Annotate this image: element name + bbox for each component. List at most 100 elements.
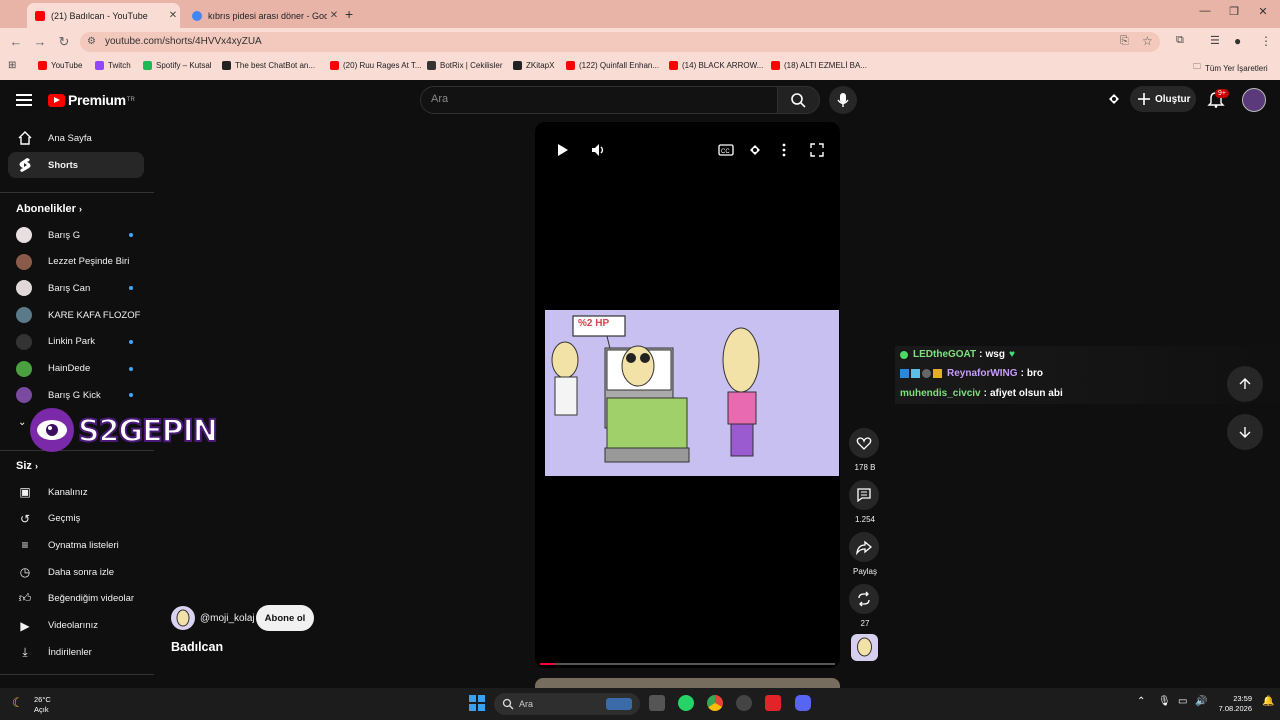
close-tab-icon[interactable]: ✕ bbox=[327, 10, 341, 21]
steam-icon[interactable] bbox=[736, 695, 752, 711]
bookmark-item[interactable]: The best ChatBot an... bbox=[222, 61, 315, 70]
fullscreen-icon[interactable] bbox=[808, 141, 826, 159]
weather-widget[interactable]: 26°C Açık bbox=[34, 695, 51, 715]
sound-thumbnail[interactable] bbox=[851, 634, 878, 661]
all-bookmarks-folder[interactable]: 🗀 Tüm Yer İşaretleri bbox=[1193, 61, 1268, 75]
youtube-premium-logo[interactable]: Premium TR bbox=[48, 92, 135, 108]
bookmark-item[interactable]: (18) ALTI EZMELİ BA... bbox=[771, 61, 867, 70]
task-view-icon[interactable] bbox=[649, 695, 665, 711]
tab-youtube[interactable]: (21) Badılcan - YouTube ✕ bbox=[27, 3, 180, 28]
network-icon[interactable]: ▭ bbox=[1178, 696, 1187, 707]
url-text[interactable]: youtube.com/shorts/4HVVx4xyZUA bbox=[105, 36, 262, 47]
comment-count: 1.254 bbox=[854, 515, 876, 524]
you-heading[interactable]: Siz › bbox=[16, 460, 38, 472]
bookmark-favicon-icon bbox=[566, 61, 575, 70]
profile-icon[interactable]: ● bbox=[1234, 34, 1241, 48]
more-options-icon[interactable] bbox=[775, 141, 793, 159]
sidebar-item-videos[interactable]: ▶ Videolarınız bbox=[8, 613, 144, 639]
sidebar-item-clock[interactable]: ◷ Daha sonra izle bbox=[8, 559, 144, 585]
channel-avatar bbox=[16, 333, 32, 350]
subscriptions-heading[interactable]: Abonelikler › bbox=[16, 203, 82, 215]
channel-handle[interactable]: @moji_kolaj bbox=[200, 613, 255, 624]
remix-icon[interactable] bbox=[746, 141, 764, 159]
apps-grid-icon[interactable]: ⊞ bbox=[8, 60, 16, 71]
sidebar-subscription-item[interactable]: Lezzet Peşinde Biri bbox=[8, 249, 144, 275]
show-more-chevron-icon[interactable]: ⌄ bbox=[18, 417, 26, 428]
sidebar-item-channel[interactable]: ▣ Kanalınız bbox=[8, 479, 144, 505]
clock-date: 7.08.2026 bbox=[1218, 704, 1252, 713]
taskbar-clock[interactable]: 23:59 7.08.2026 bbox=[1212, 694, 1252, 714]
clock-time: 23:59 bbox=[1233, 694, 1252, 703]
extensions-icon[interactable]: ⧉ bbox=[1176, 34, 1184, 47]
reload-icon[interactable]: ↻ bbox=[56, 34, 72, 50]
voice-search-button[interactable] bbox=[829, 86, 857, 114]
whatsapp-icon[interactable] bbox=[678, 695, 694, 711]
bookmark-item[interactable]: Spotify – Kutsal bbox=[143, 61, 212, 70]
chevron-right-icon: › bbox=[34, 461, 38, 471]
channel-avatar[interactable] bbox=[171, 606, 195, 630]
share-button[interactable] bbox=[849, 532, 879, 562]
sidebar-item-history[interactable]: ↺ Geçmiş bbox=[8, 506, 144, 532]
play-icon[interactable] bbox=[553, 141, 571, 159]
sidebar-subscription-item[interactable]: KARE KAFA FLOZOF bbox=[8, 302, 144, 328]
close-window-icon[interactable]: ✕ bbox=[1253, 5, 1273, 18]
sidebar-item-download[interactable]: ⤓ İndirilenler bbox=[8, 639, 144, 665]
bookmark-item[interactable]: BotRix | Cekilisler bbox=[427, 61, 503, 70]
bookmark-item[interactable]: (20) Ruu Rages At T... bbox=[330, 61, 422, 70]
app-red-icon[interactable] bbox=[765, 695, 781, 711]
volume-tray-icon[interactable]: 🔊 bbox=[1195, 696, 1207, 707]
minimize-icon[interactable]: — bbox=[1195, 5, 1215, 17]
bookmark-label: (18) ALTI EZMELİ BA... bbox=[784, 61, 867, 70]
account-avatar[interactable] bbox=[1242, 88, 1266, 112]
site-info-icon[interactable]: ⚙ bbox=[87, 36, 96, 47]
hamburger-menu-icon[interactable] bbox=[16, 91, 32, 109]
search-button[interactable] bbox=[777, 86, 820, 114]
tray-chevron-icon[interactable]: ⌃ bbox=[1137, 696, 1145, 707]
bookmark-item[interactable]: (14) BLACK ARROW... bbox=[669, 61, 763, 70]
restore-icon[interactable]: ❐ bbox=[1224, 5, 1244, 18]
sound-avatar-icon bbox=[857, 637, 872, 657]
sidebar-item-playlist[interactable]: ≡ Oynatma listeleri bbox=[8, 532, 144, 558]
close-tab-icon[interactable]: ✕ bbox=[166, 10, 180, 21]
shorts-remix-header-icon[interactable] bbox=[1106, 91, 1122, 112]
sidebar-item-home[interactable]: Ana Sayfa bbox=[8, 125, 144, 151]
download-icon: ⤓ bbox=[22, 644, 28, 659]
install-app-icon[interactable]: ⎘ bbox=[1120, 35, 1129, 48]
chat-text: afiyet olsun abi bbox=[989, 388, 1063, 399]
tab-google[interactable]: kıbrıs pidesi arası döner - Goog ✕ bbox=[184, 3, 341, 28]
search-input[interactable] bbox=[420, 86, 778, 114]
captions-icon[interactable]: CC bbox=[717, 141, 735, 159]
bookmark-item[interactable]: YouTube bbox=[38, 61, 82, 70]
sidebar-item-thumbs-up[interactable]: 👍︎ Beğendiğim videolar bbox=[8, 586, 144, 612]
sidebar-subscription-item[interactable]: HainDede bbox=[8, 356, 144, 382]
bookmark-item[interactable]: Twitch bbox=[95, 61, 131, 70]
media-icon[interactable]: ☰ bbox=[1210, 34, 1220, 47]
forward-icon[interactable]: → bbox=[32, 34, 48, 49]
bookmark-item[interactable]: (122) Quinfall Enhan... bbox=[566, 61, 659, 70]
chrome-icon[interactable] bbox=[707, 695, 723, 711]
bookmark-item[interactable]: ZKitapX bbox=[513, 61, 554, 70]
bookmark-star-icon[interactable]: ☆ bbox=[1142, 34, 1153, 48]
remix-button[interactable] bbox=[849, 584, 879, 614]
sidebar-item-shorts[interactable]: Shorts bbox=[8, 152, 144, 178]
back-icon[interactable]: ← bbox=[8, 34, 24, 49]
windows-start-icon[interactable] bbox=[469, 695, 485, 711]
notifications-tray-icon[interactable]: 🔔 bbox=[1262, 696, 1274, 707]
video-title: Badılcan bbox=[171, 640, 224, 654]
sidebar-subscription-item[interactable]: Barış Can bbox=[8, 275, 144, 301]
sidebar-subscription-item[interactable]: Linkin Park bbox=[8, 329, 144, 355]
progress-bar-track[interactable] bbox=[540, 663, 835, 665]
previous-short-button[interactable] bbox=[1227, 366, 1263, 402]
microphone-tray-icon[interactable]: 🎙 bbox=[1158, 696, 1171, 707]
comments-button[interactable] bbox=[849, 480, 879, 510]
sidebar-subscription-item[interactable]: Barış G bbox=[8, 222, 144, 248]
channel-avatar-icon bbox=[176, 609, 190, 627]
volume-icon[interactable] bbox=[589, 141, 607, 159]
new-tab-button[interactable]: + bbox=[345, 6, 353, 22]
taskbar-search[interactable] bbox=[494, 693, 640, 715]
next-short-button[interactable] bbox=[1227, 414, 1263, 450]
like-button[interactable] bbox=[849, 428, 879, 458]
weather-moon-icon[interactable]: ☾ bbox=[12, 695, 24, 711]
browser-menu-icon[interactable]: ⋮ bbox=[1260, 34, 1272, 48]
discord-icon[interactable] bbox=[795, 695, 811, 711]
